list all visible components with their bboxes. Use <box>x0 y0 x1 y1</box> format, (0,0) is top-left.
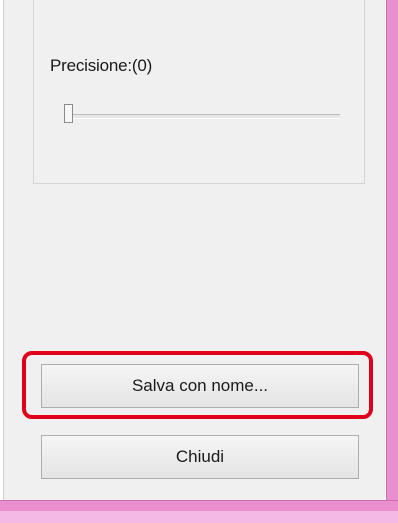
precision-group-box <box>33 0 365 184</box>
dialog-window: Precisione:(0) Salva con nome... Chiudi <box>0 0 398 523</box>
precision-slider-thumb[interactable] <box>64 104 73 123</box>
window-bottom-edge <box>0 511 398 523</box>
window-right-frame <box>386 0 398 523</box>
precision-label: Precisione:(0) <box>50 56 153 75</box>
close-button[interactable]: Chiudi <box>41 435 359 479</box>
save-as-button[interactable]: Salva con nome... <box>41 364 359 408</box>
precision-slider-track[interactable] <box>68 114 340 119</box>
